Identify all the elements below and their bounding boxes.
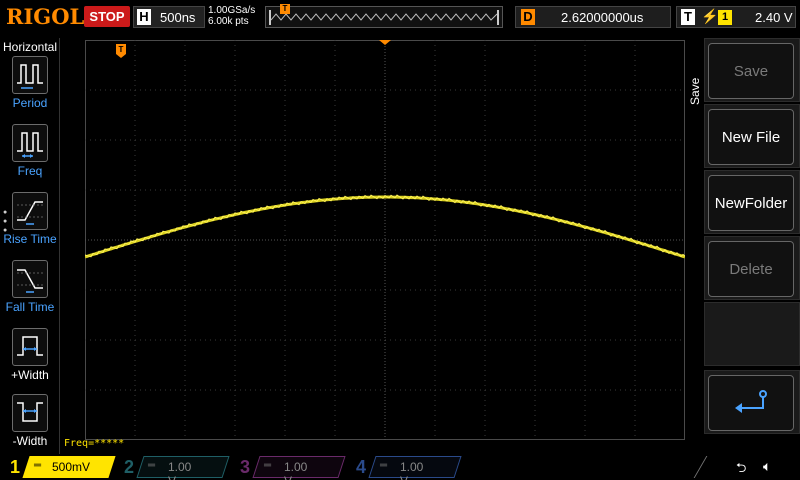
dc-coupling-icon: ═ (264, 460, 272, 471)
dc-coupling-icon: ═ (380, 460, 388, 471)
dc-coupling-icon: ═ (148, 460, 156, 471)
timebase-letter: H (137, 9, 151, 25)
menu-slot: Delete (704, 236, 800, 300)
delay-value: 2.62000000us (561, 10, 644, 25)
channel3-scale: 1.00 V (284, 460, 308, 480)
trigger-box[interactable]: T ⚡ 1 2.40 V (676, 6, 796, 28)
trigger-time-marker: T (116, 44, 126, 58)
menu-item-negative-width[interactable]: -Width (0, 394, 60, 458)
save-button[interactable]: Save (708, 43, 794, 99)
menu-item-period[interactable]: Period (0, 56, 60, 120)
grid-lines (85, 40, 685, 440)
new-folder-button[interactable]: NewFolder (708, 175, 794, 231)
new-file-button[interactable]: New File (708, 109, 794, 165)
usb-icon: ⮌ (736, 460, 747, 475)
overview-waveform (270, 13, 498, 21)
delete-button[interactable]: Delete (708, 241, 794, 297)
menu-item-label: Rise Time (3, 232, 57, 246)
svg-text:T: T (119, 45, 124, 54)
frequency-icon (12, 124, 48, 162)
dc-coupling-icon: ═ (34, 460, 42, 471)
menu-title: Horizontal (2, 40, 58, 54)
negative-width-icon (12, 394, 48, 432)
channel1-ground-label: 1 (76, 422, 82, 431)
frequency-readout: Freq=***** (64, 438, 125, 449)
overview-window (269, 10, 499, 25)
menu-item-label: Period (12, 96, 48, 110)
top-status-bar: RIGOL STOP H 500ns 1.00GSa/s 6.00k pts T… (0, 0, 800, 34)
menu-item-label: Freq (17, 164, 43, 178)
menu-title: Save (688, 77, 702, 105)
rising-edge-icon: ⚡ (701, 8, 719, 24)
status-divider (693, 456, 800, 478)
menu-item-label: +Width (11, 368, 49, 382)
period-icon (12, 56, 48, 94)
save-menu: Save Save New File NewFolder Delete (686, 38, 800, 438)
trigger-delay-box[interactable]: D 2.62000000us (515, 6, 671, 28)
speaker-muted-icon[interactable]: 🔈︎ (763, 458, 771, 475)
timebase-value: 500ns (160, 10, 196, 25)
menu-slot: Save (704, 38, 800, 102)
channel4-scale: 1.00 V (400, 460, 424, 480)
menu-slot (704, 370, 800, 434)
return-arrow-icon (735, 390, 767, 413)
acquisition-info: 1.00GSa/s 6.00k pts (208, 5, 255, 27)
menu-slot: NewFolder (704, 170, 800, 234)
run-stop-indicator[interactable]: STOP (84, 6, 130, 27)
waveform-display[interactable]: T (85, 40, 685, 440)
menu-slot (704, 302, 800, 366)
channel1-scale: 500mV (52, 460, 91, 474)
menu-item-positive-width[interactable]: +Width (0, 328, 60, 392)
trigger-source: 1 (718, 10, 732, 25)
rise-time-icon (12, 192, 48, 230)
menu-item-fall-time[interactable]: Fall Time (0, 260, 60, 324)
channel-status-bar: 1 ═ 500mV 2 ═ 1.00 V 3 ═ 1.00 V 4 ═ 1.00… (0, 454, 800, 480)
fall-time-icon (12, 260, 48, 298)
delay-letter: D (521, 9, 535, 25)
sample-rate: 1.00GSa/s (208, 5, 256, 16)
rigol-logo: RIGOL (6, 4, 85, 29)
horizontal-measure-menu: Horizontal Period Freq ● ● ● Rise Time Fal… (0, 38, 60, 454)
channel2-scale: 1.00 V (168, 460, 192, 480)
memory-overview-bar[interactable] (265, 6, 503, 28)
memory-depth: 6.00k pts (208, 16, 249, 27)
menu-item-rise-time[interactable]: Rise Time (0, 192, 60, 256)
overview-trigger-marker: T (280, 4, 290, 14)
menu-item-freq[interactable]: Freq (0, 124, 60, 188)
return-button[interactable] (708, 375, 794, 431)
trigger-position-marker (379, 40, 391, 45)
trigger-letter: T (681, 9, 695, 25)
timebase-box[interactable]: H 500ns (133, 6, 205, 28)
positive-width-icon (12, 328, 48, 366)
menu-item-label: Fall Time (5, 300, 55, 314)
trigger-level: 2.40 V (755, 10, 793, 25)
menu-item-label: -Width (12, 434, 48, 448)
menu-slot: New File (704, 104, 800, 168)
